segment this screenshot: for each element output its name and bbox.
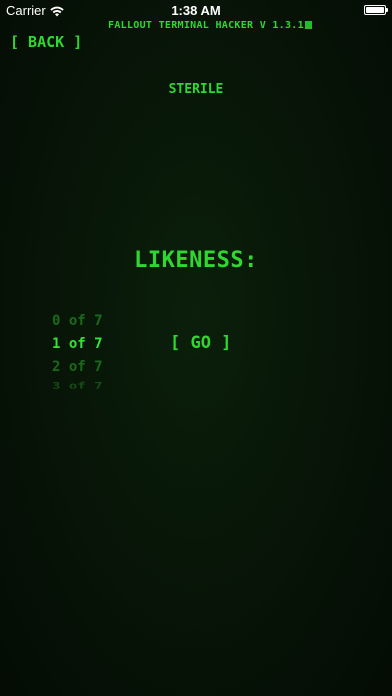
back-button[interactable]: [ BACK ] [10,33,82,51]
picker-option[interactable]: 3 of 7 [52,379,122,388]
candidate-word: STERILE [168,82,224,97]
status-time: 1:38 AM [171,3,221,18]
cursor-block-icon [304,21,312,29]
picker-option[interactable]: 0 of 7 [52,310,122,333]
picker-option[interactable]: 2 of 7 [52,356,122,379]
go-button[interactable]: [ GO ] [170,333,231,353]
picker-option-selected[interactable]: 1 of 7 [52,333,122,356]
battery-icon [364,5,388,15]
status-bar: Carrier 1:38 AM [0,0,392,20]
app-title: FALLOUT TERMINAL HACKER V 1.3.1 [108,20,312,31]
battery-fill [366,7,384,13]
likeness-picker[interactable]: 0 of 7 1 of 7 2 of 7 3 of 7 [52,310,122,393]
likeness-label: LIKENESS: [134,248,258,273]
app-title-text: FALLOUT TERMINAL HACKER V 1.3.1 [108,20,304,31]
